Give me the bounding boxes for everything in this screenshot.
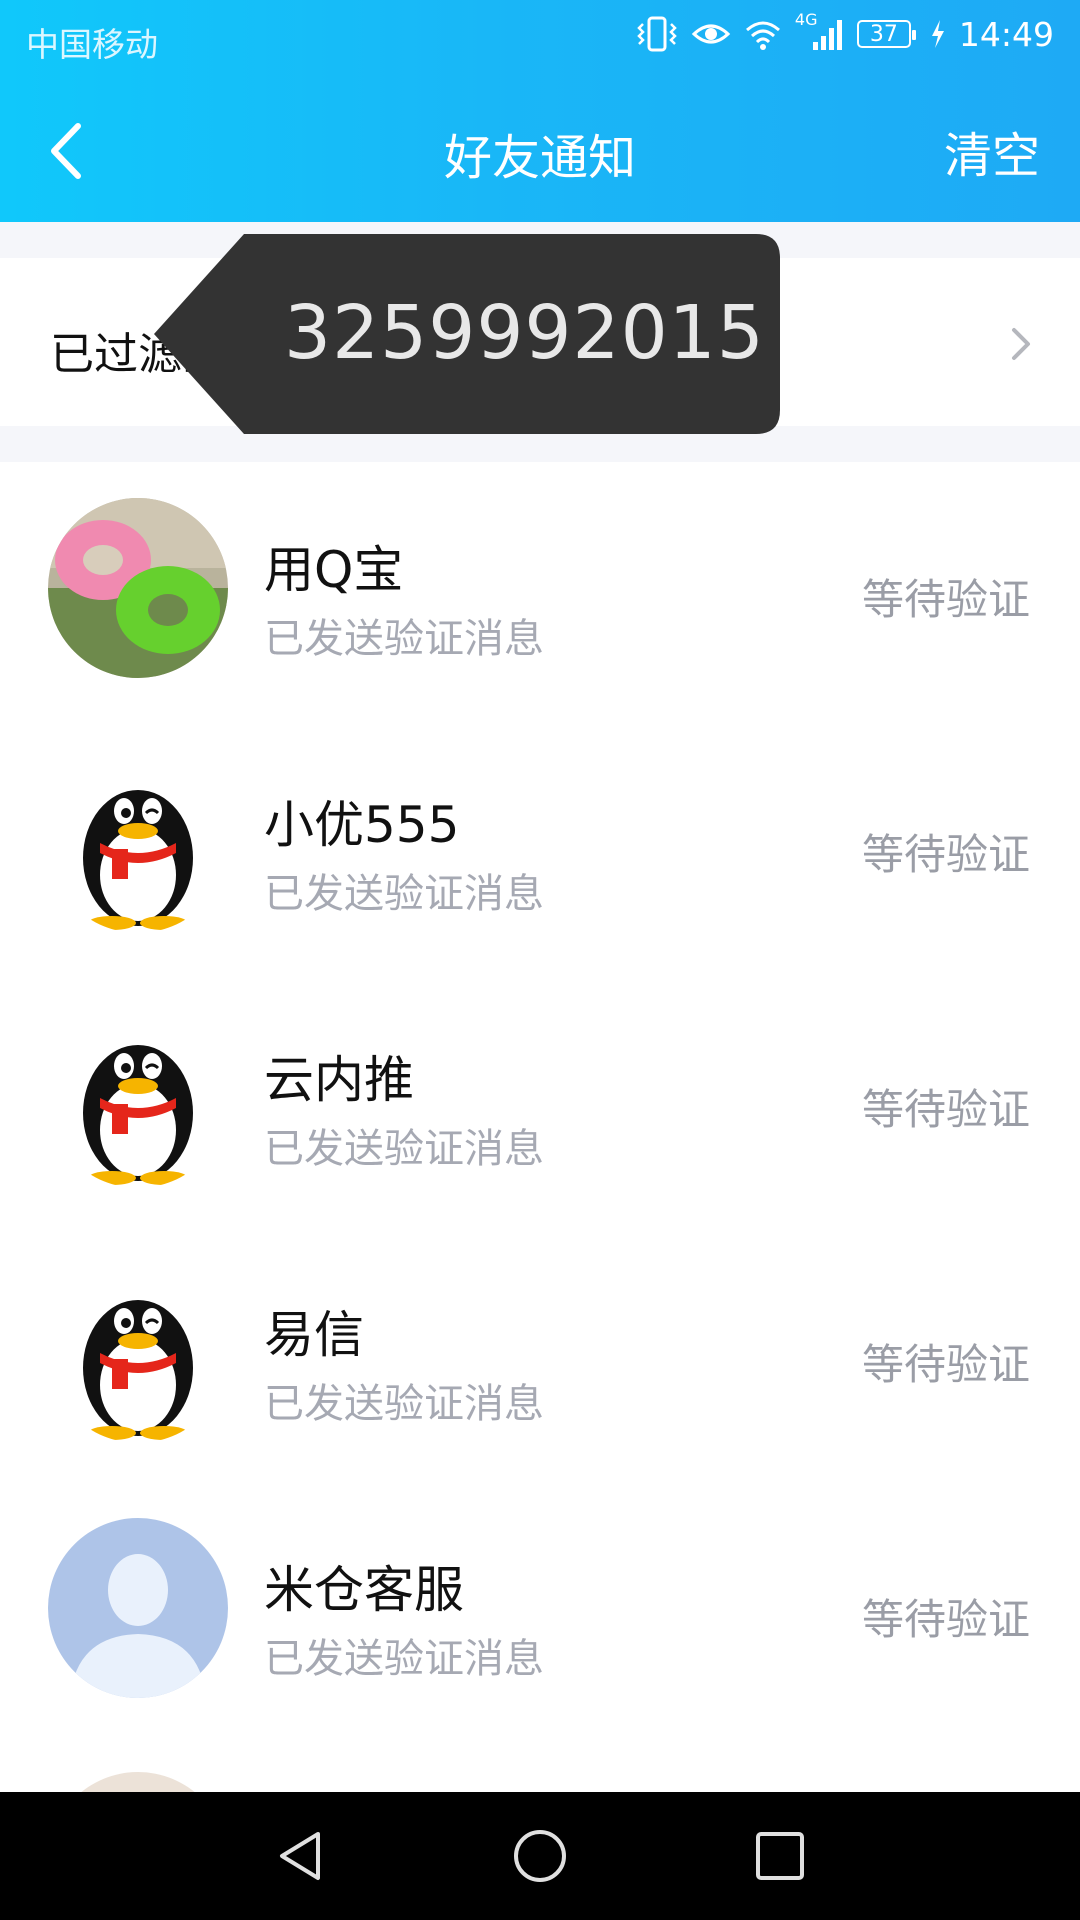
status-label: 等待验证 [861,1595,1030,1644]
photo-avatar [48,498,228,678]
contact-name: 用Q宝 [264,541,404,599]
contact-subtitle: 已发送验证消息 [264,1636,544,1682]
penguin-avatar [48,753,228,933]
status-bar: 中国移动 4G 37 14:49 [0,0,1080,76]
nav-recents-icon[interactable] [750,1826,810,1886]
charging-icon [931,20,944,48]
status-label: 等待验证 [861,1085,1030,1134]
status-label: 等待验证 [861,1340,1030,1389]
list-item[interactable]: 云内推 已发送验证消息 等待验证 [0,972,1080,1227]
contact-name: 易信 [264,1306,364,1364]
contact-name: 米仓客服 [264,1561,464,1619]
screen: 中国移动 4G 37 14:49 好友通知 清空 3259992015 用Q宝 … [0,0,1080,1920]
nav-home-icon[interactable] [510,1826,570,1886]
clock: 14:49 [958,14,1054,54]
friend-request-list: 用Q宝 已发送验证消息 等待验证 小优555 已发送验证消息 等待验证 云内推 … [0,462,1080,1792]
penguin-avatar [48,1008,228,1188]
page-title: 好友通知 [443,130,636,186]
contact-subtitle: 已发送验证消息 [264,1381,544,1427]
status-label: 等待验证 [861,830,1030,879]
vibrate-icon [637,16,677,52]
clear-button[interactable]: 清空 [944,116,1040,186]
contact-subtitle: 已发送验证消息 [264,871,544,917]
status-label: 等待验证 [861,575,1030,624]
id-tooltip: 3259992015 [154,234,780,434]
wifi-icon [745,21,780,50]
list-item[interactable]: 易信 已发送验证消息 等待验证 [0,1227,1080,1482]
cellular-signal: 4G [795,10,845,54]
list-item[interactable]: 小优555 已发送验证消息 等待验证 [0,717,1080,972]
carrier-label: 中国移动 [26,25,158,64]
chevron-right-icon [1012,328,1030,360]
signal-bars-icon [812,20,842,50]
default-person-avatar [48,1518,228,1698]
contact-name: 小优555 [264,796,460,854]
battery-level: 37 [869,21,898,47]
penguin-avatar [48,1263,228,1443]
contact-subtitle: 已发送验证消息 [264,616,544,662]
battery-indicator: 37 [856,20,916,48]
list-item[interactable]: 用Q宝 已发送验证消息 等待验证 [0,462,1080,717]
eye-icon [691,24,731,44]
header: 中国移动 4G 37 14:49 好友通知 清空 [0,0,1080,222]
tooltip-text: 3259992015 [284,290,765,376]
contact-name: 云内推 [264,1051,414,1109]
list-item[interactable]: 米仓客服 已发送验证消息 等待验证 [0,1482,1080,1737]
contact-subtitle: 已发送验证消息 [264,1126,544,1172]
title-bar: 好友通知 清空 [0,76,1080,222]
nav-back-icon[interactable] [272,1826,332,1886]
status-icons: 4G 37 14:49 [635,10,1054,54]
navigation-bar [0,1792,1080,1920]
